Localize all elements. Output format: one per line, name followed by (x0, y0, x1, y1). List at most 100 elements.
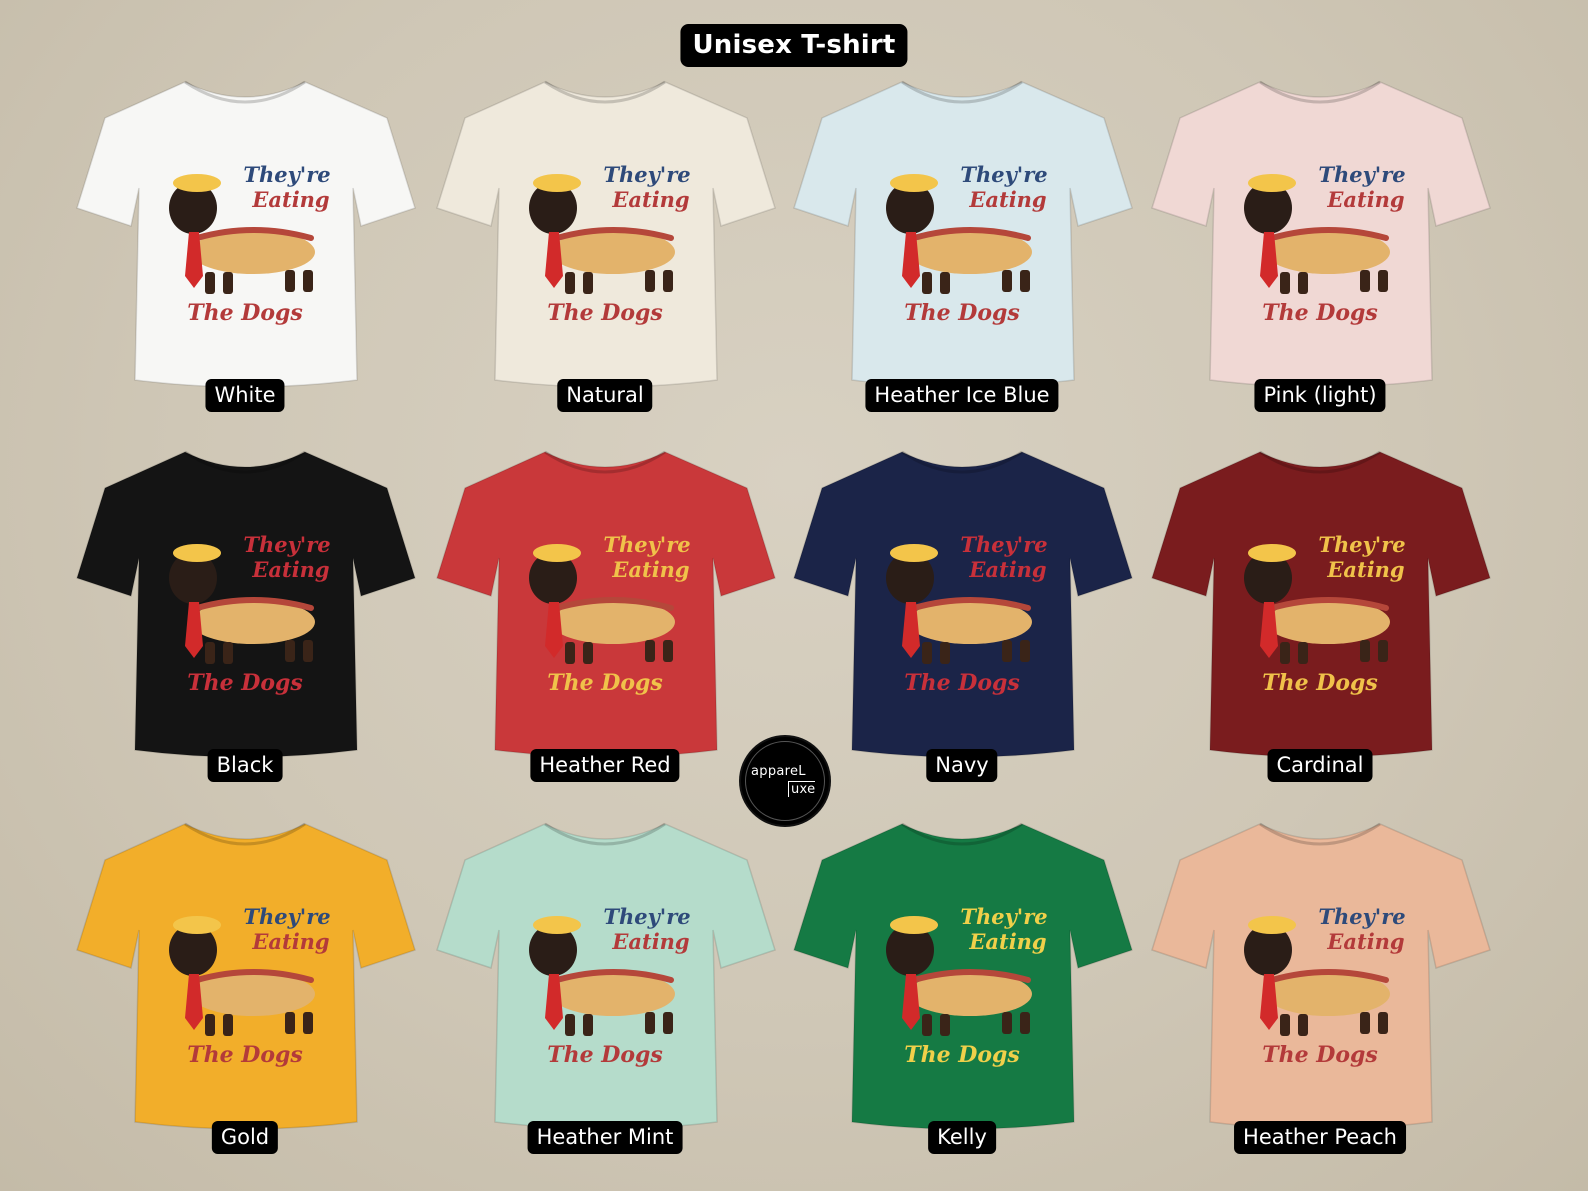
logo-text-part2: uxe (788, 781, 816, 797)
design-text-line3: The Dogs (187, 300, 303, 326)
blonde-hair-icon (173, 544, 221, 562)
blonde-hair-icon (1248, 174, 1296, 192)
blonde-hair-icon (533, 916, 581, 934)
design-text-line3: The Dogs (904, 1042, 1020, 1068)
tshirt-image: They'reEating The Dogs (793, 822, 1133, 1130)
design-text-line1: They're (243, 532, 330, 557)
design-text-line1: They're (1318, 904, 1405, 929)
dog-leg-icon (223, 1014, 233, 1036)
design-text-line1: They're (603, 904, 690, 929)
tshirt-image: They'reEating The Dogs (1151, 450, 1491, 758)
dog-leg-icon (663, 270, 673, 292)
shirt-tile[interactable]: They're Eating The Dogs Heather Red (425, 430, 785, 790)
dog-leg-icon (565, 642, 575, 664)
design-text-line1: They're (603, 162, 690, 187)
dog-leg-icon (922, 272, 932, 294)
dog-leg-icon (223, 272, 233, 294)
dog-leg-icon (583, 642, 593, 664)
dog-leg-icon (1020, 640, 1030, 662)
color-label: Cardinal (1267, 749, 1373, 782)
design-text-line1: They're (243, 162, 330, 187)
dog-leg-icon (922, 1014, 932, 1036)
design-text-line2: Eating (251, 929, 329, 954)
design-text-line2: Eating (251, 187, 329, 212)
dog-leg-icon (922, 642, 932, 664)
dog-leg-icon (303, 640, 313, 662)
shirt-tile[interactable]: They're Eating The Dogs Pink (light) (1140, 60, 1500, 420)
dog-leg-icon (1002, 1012, 1012, 1034)
logo-text-part1: appareL (751, 764, 806, 779)
shirt-tile[interactable]: They're Eating The Dogs Cardinal (1140, 430, 1500, 790)
tshirt-image: They'reEating The Dogs (1151, 822, 1491, 1130)
dog-leg-icon (663, 1012, 673, 1034)
dog-leg-icon (285, 1012, 295, 1034)
dog-leg-icon (1360, 1012, 1370, 1034)
design-text-line1: They're (1318, 162, 1405, 187)
shirt-tile[interactable]: They're Eating The Dogs Black (65, 430, 425, 790)
design-text-line2: Eating (1326, 929, 1404, 954)
dog-leg-icon (1020, 1012, 1030, 1034)
dog-leg-icon (1378, 640, 1388, 662)
tshirt-image: They'reEating The Dogs (793, 80, 1133, 388)
color-label: Heather Red (530, 749, 680, 782)
design-text-line2: Eating (968, 557, 1046, 582)
design-text-line3: The Dogs (1262, 1042, 1378, 1068)
dog-leg-icon (1298, 272, 1308, 294)
color-label: Heather Mint (527, 1121, 683, 1154)
blonde-hair-icon (890, 174, 938, 192)
design-text-line2: Eating (611, 557, 689, 582)
design-text-line3: The Dogs (547, 1042, 663, 1068)
blonde-hair-icon (1248, 916, 1296, 934)
dog-leg-icon (1280, 1014, 1290, 1036)
dog-leg-icon (285, 270, 295, 292)
blonde-hair-icon (533, 174, 581, 192)
blonde-hair-icon (173, 174, 221, 192)
dog-leg-icon (303, 270, 313, 292)
dog-leg-icon (205, 1014, 215, 1036)
design-text-line1: They're (960, 162, 1047, 187)
design-text-line2: Eating (611, 929, 689, 954)
blonde-hair-icon (173, 916, 221, 934)
color-label: Gold (211, 1121, 279, 1154)
design-text-line2: Eating (968, 187, 1046, 212)
dog-leg-icon (1378, 270, 1388, 292)
dog-leg-icon (1280, 642, 1290, 664)
dog-leg-icon (565, 272, 575, 294)
tshirt-image: They'reEating The Dogs (76, 822, 416, 1130)
shirt-tile[interactable]: They're Eating The Dogs Heather Mint (425, 802, 785, 1162)
color-label: Pink (light) (1254, 379, 1386, 412)
shirt-tile[interactable]: They're Eating The Dogs Gold (65, 802, 425, 1162)
design-text-line3: The Dogs (187, 670, 303, 696)
design-text-line2: Eating (251, 557, 329, 582)
dog-leg-icon (1378, 1012, 1388, 1034)
dog-leg-icon (1298, 1014, 1308, 1036)
blonde-hair-icon (890, 916, 938, 934)
shirt-tile[interactable]: They're Eating The Dogs Natural (425, 60, 785, 420)
dog-leg-icon (1280, 272, 1290, 294)
shirt-tile[interactable]: They're Eating The Dogs Heather Peach (1140, 802, 1500, 1162)
design-text-line2: Eating (968, 929, 1046, 954)
dog-leg-icon (205, 642, 215, 664)
tshirt-image: They'reEating The Dogs (436, 80, 776, 388)
shirt-tile[interactable]: They're Eating The Dogs Navy (782, 430, 1142, 790)
color-label: Heather Peach (1234, 1121, 1406, 1154)
design-text-line3: The Dogs (547, 300, 663, 326)
dog-leg-icon (645, 1012, 655, 1034)
dog-leg-icon (303, 1012, 313, 1034)
brand-logo: appareL uxe (741, 737, 829, 825)
design-text-line3: The Dogs (904, 300, 1020, 326)
color-label: Kelly (928, 1121, 996, 1154)
dog-leg-icon (285, 640, 295, 662)
product-color-chart: Unisex T-shirt They're Eating The Dogs Whit… (0, 0, 1588, 1191)
tshirt-image: They'reEating The Dogs (76, 450, 416, 758)
design-text-line3: The Dogs (187, 1042, 303, 1068)
dog-leg-icon (1360, 270, 1370, 292)
dog-leg-icon (223, 642, 233, 664)
shirt-tile[interactable]: They're Eating The Dogs Kelly (782, 802, 1142, 1162)
tshirt-image: They'reEating The Dogs (1151, 80, 1491, 388)
shirt-tile[interactable]: They're Eating The Dogs White (65, 60, 425, 420)
design-text-line1: They're (1318, 532, 1405, 557)
shirt-tile[interactable]: They're Eating The Dogs Heather Ice Blue (782, 60, 1142, 420)
dog-leg-icon (940, 1014, 950, 1036)
dog-leg-icon (1020, 270, 1030, 292)
